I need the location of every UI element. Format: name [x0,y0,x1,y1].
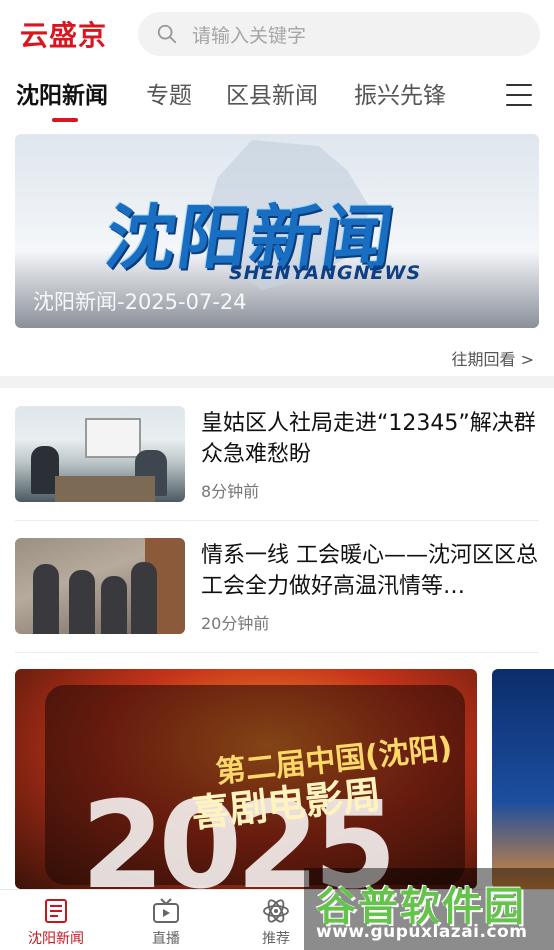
news-item[interactable]: 情系一线 工会暖心——沈河区区总工会全力做好高温汛情等… 20分钟前 [15,538,539,648]
tab-topics[interactable]: 专题 [146,76,192,110]
watermark-url: www.gupuxlazai.com [316,922,528,942]
promo-banner[interactable]: 2025 第二届中国(沈阳) 喜剧电影周 [15,669,477,889]
news-title: 情系一线 工会暖心——沈河区区总工会全力做好高温汛情等… [201,543,538,599]
nav-label: 沈阳新闻 [28,931,84,947]
news-item[interactable]: 皇姑区人社局走进“12345”解决群众急难愁盼 8分钟前 [15,406,539,516]
category-tabs: 沈阳新闻 专题 区县新闻 振兴先锋 [0,72,554,122]
nav-live[interactable]: 直播 [126,898,206,948]
tab-shenyang-news[interactable]: 沈阳新闻 [16,76,108,110]
promo-banner-next[interactable] [492,669,554,889]
nav-label: 直播 [152,931,180,947]
menu-icon[interactable] [506,84,532,106]
news-thumbnail [15,538,185,634]
tv-icon [153,898,179,923]
section-divider [0,376,554,388]
news-title: 皇姑区人社局走进“12345”解决群众急难愁盼 [201,411,536,467]
news-time: 20分钟前 [201,614,270,633]
video-banner[interactable]: 沈阳新闻 SHENYANGNEWS 沈阳新闻-2025-07-24 [15,134,539,328]
news-icon [45,899,67,923]
nav-shenyang-news[interactable]: 沈阳新闻 [16,898,96,948]
tab-revitalization-pioneer[interactable]: 振兴先锋 [354,76,446,110]
search-icon [157,24,177,44]
tab-district-news[interactable]: 区县新闻 [226,76,318,110]
site-watermark: 谷普软件园 www.gupuxlazai.com [304,868,554,950]
divider [15,520,539,521]
divider [15,652,539,653]
news-time: 8分钟前 [201,482,260,501]
past-episodes-link[interactable]: 往期回看 > [452,346,535,370]
news-thumbnail [15,406,185,502]
search-input[interactable]: 请输入关键字 [192,21,306,48]
active-tab-indicator [52,118,78,122]
atom-icon [263,899,289,923]
banner-caption: 沈阳新闻-2025-07-24 [33,290,247,314]
search-bar[interactable]: 请输入关键字 [138,12,540,56]
app-logo[interactable]: 云盛京 [20,14,120,54]
banner-logo-en: SHENYANGNEWS [229,262,422,284]
